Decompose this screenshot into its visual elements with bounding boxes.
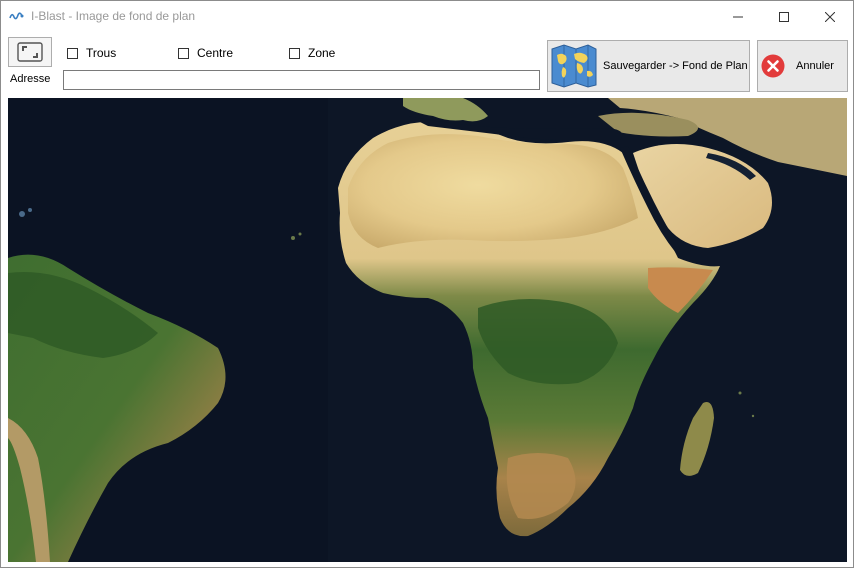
cancel-button[interactable]: Annuler: [757, 40, 848, 92]
close-icon: [825, 11, 835, 22]
window-title: I-Blast - Image de fond de plan: [31, 9, 196, 23]
maximize-icon: [779, 11, 789, 22]
checkbox-box[interactable]: [178, 47, 189, 59]
checkbox-label: Zone: [308, 46, 336, 60]
toolbar: Adresse Trous Centre Zone Sauvegarder ->…: [1, 32, 853, 96]
minimize-button[interactable]: [715, 1, 761, 32]
address-input[interactable]: [63, 70, 540, 90]
checkbox-trous[interactable]: Trous: [67, 46, 116, 60]
dialog-window: I-Blast - Image de fond de plan Adresse …: [0, 0, 854, 568]
world-map-icon: [551, 44, 597, 88]
background-map-image[interactable]: [8, 98, 847, 562]
cancel-x-icon: [761, 54, 785, 78]
checkbox-zone[interactable]: Zone: [289, 46, 335, 60]
fit-frame-icon: [17, 42, 43, 62]
satellite-map-image: [8, 98, 847, 562]
island: [291, 236, 295, 240]
island: [19, 211, 25, 217]
checkbox-label: Centre: [197, 46, 234, 60]
checkbox-box[interactable]: [289, 47, 300, 59]
fit-frame-button[interactable]: [8, 37, 52, 67]
close-button[interactable]: [807, 1, 853, 32]
sahara-desert: [348, 134, 638, 248]
save-to-background-button[interactable]: Sauvegarder -> Fond de Plan: [547, 40, 750, 92]
title-bar: I-Blast - Image de fond de plan: [1, 1, 853, 32]
app-icon: [9, 12, 24, 20]
checkbox-box[interactable]: [67, 47, 78, 59]
island: [738, 391, 742, 395]
island: [298, 232, 302, 236]
checkbox-label: Trous: [86, 46, 117, 60]
minimize-icon: [733, 16, 743, 17]
maximize-button[interactable]: [761, 1, 807, 32]
cancel-button-label: Annuler: [796, 60, 834, 72]
checkbox-centre[interactable]: Centre: [178, 46, 233, 60]
island: [28, 208, 32, 212]
address-label: Adresse: [10, 73, 51, 85]
island: [751, 414, 755, 418]
save-button-label: Sauvegarder -> Fond de Plan: [603, 60, 748, 72]
